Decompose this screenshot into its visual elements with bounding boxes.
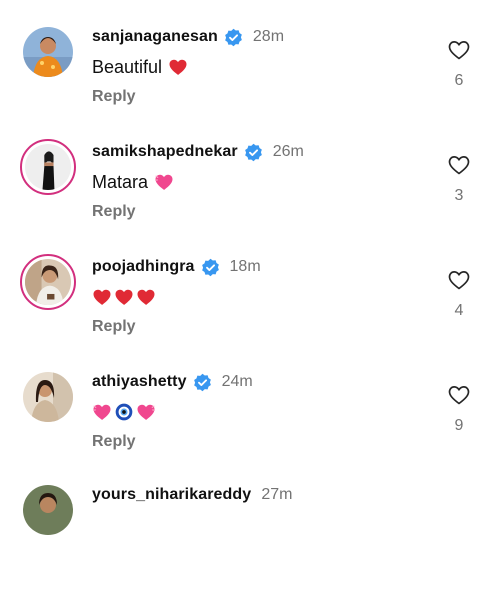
like-count: 4 [454, 302, 464, 319]
comment-text: Beautiful [92, 54, 188, 80]
verified-badge-icon [224, 28, 243, 47]
username[interactable]: yours_niharikareddy [92, 486, 251, 504]
comment-item: yours_niharikareddy 27m [0, 482, 500, 597]
avatar[interactable] [20, 254, 76, 310]
username[interactable]: athiyashetty [92, 373, 187, 391]
avatar-image [23, 485, 73, 535]
reply-button[interactable]: Reply [92, 88, 136, 106]
timestamp: 28m [252, 28, 285, 45]
avatar-image [23, 372, 73, 422]
red-heart-emoji-icon [136, 287, 156, 307]
like-heart-icon[interactable] [447, 38, 471, 62]
like-count: 9 [454, 417, 464, 434]
avatar-image [23, 27, 73, 77]
nazar-amulet-emoji-icon [114, 402, 134, 422]
pink-heart-emoji-icon [136, 402, 156, 422]
comment-item: sanjanaganesan 28m Beautiful Reply 6 [0, 24, 500, 139]
comment-text-content: Beautiful [92, 56, 163, 77]
avatar-image [25, 144, 71, 190]
avatar[interactable] [20, 369, 76, 425]
like-heart-icon[interactable] [447, 268, 471, 292]
like-heart-icon[interactable] [447, 383, 471, 407]
verified-badge-icon [201, 258, 220, 277]
comment-text [92, 399, 158, 425]
like-count: 3 [454, 187, 464, 204]
pink-heart-emoji-icon [92, 402, 112, 422]
username[interactable]: poojadhingra [92, 258, 195, 276]
reply-button[interactable]: Reply [92, 318, 136, 336]
pink-heart-emoji-icon [154, 172, 174, 192]
like-heart-icon[interactable] [447, 153, 471, 177]
red-heart-emoji-icon [114, 287, 134, 307]
avatar[interactable] [20, 482, 76, 538]
reply-button[interactable]: Reply [92, 433, 136, 451]
timestamp: 27m [261, 486, 293, 503]
username[interactable]: samikshapednekar [92, 143, 238, 161]
comment-item: samikshapednekar 26m Matara Reply 3 [0, 139, 500, 254]
verified-badge-icon [193, 373, 212, 392]
comment-text: Matara [92, 169, 174, 195]
red-heart-emoji-icon [92, 287, 112, 307]
comment-text [92, 284, 158, 310]
avatar[interactable] [20, 24, 76, 80]
timestamp: 18m [229, 258, 261, 275]
timestamp: 26m [272, 143, 304, 160]
verified-badge-icon [244, 143, 263, 162]
comment-item: poojadhingra 18m Reply 4 [0, 254, 500, 369]
avatar-image [25, 259, 71, 305]
comment-item: athiyashetty 24m Reply 9 [0, 369, 500, 484]
reply-button[interactable]: Reply [92, 203, 136, 221]
username[interactable]: sanjanaganesan [92, 28, 218, 46]
timestamp: 24m [221, 373, 253, 390]
comment-text-content: Matara [92, 171, 149, 192]
red-heart-emoji-icon [168, 57, 188, 77]
like-count: 6 [454, 72, 464, 89]
avatar[interactable] [20, 139, 76, 195]
